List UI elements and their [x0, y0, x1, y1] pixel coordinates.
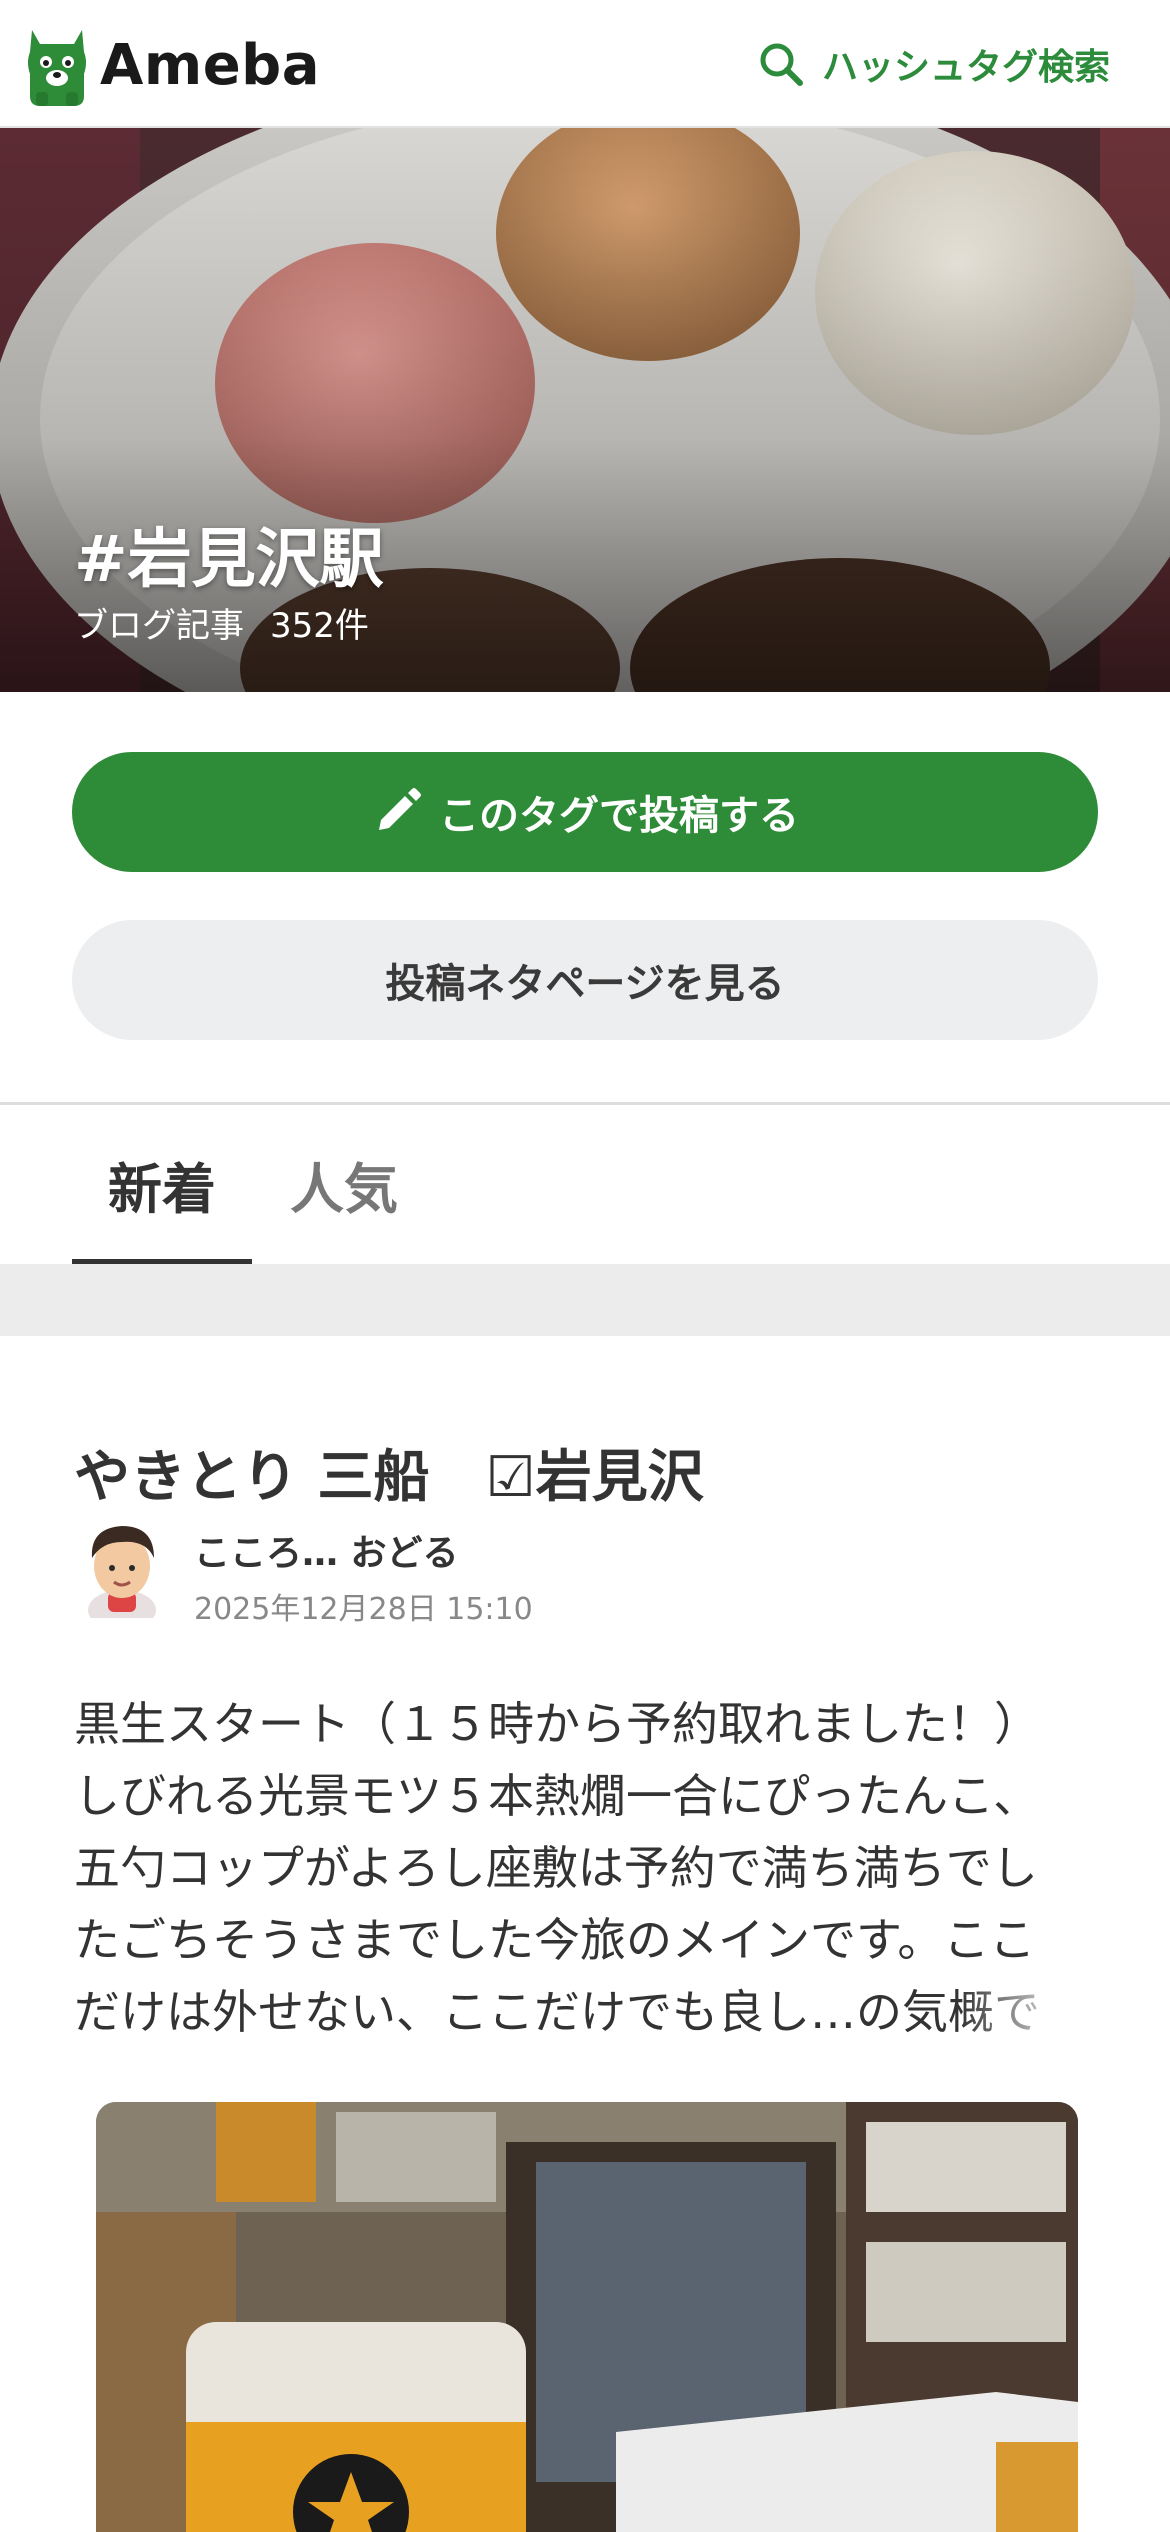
feed-tabs: 新着 人気: [0, 1102, 1170, 1265]
section-divider: [0, 1264, 1170, 1336]
logo-text: Ameba: [100, 32, 321, 98]
article-title[interactable]: やきとり 三船 ☑岩見沢: [74, 1432, 704, 1513]
ameba-logo[interactable]: Ameba: [22, 22, 320, 108]
tab-popular[interactable]: 人気: [290, 1145, 398, 1224]
hashtag-post-count: ブログ記事 352件: [74, 598, 369, 647]
post-with-tag-button[interactable]: このタグで投稿する: [72, 752, 1098, 872]
view-topics-label: 投稿ネタページを見る: [385, 961, 785, 1007]
pencil-icon: [379, 788, 421, 830]
view-topics-button[interactable]: 投稿ネタページを見る: [72, 920, 1098, 1040]
app-header: Ameba ハッシュタグ検索: [0, 0, 1170, 128]
hashtag-search-link[interactable]: ハッシュタグ検索: [756, 30, 1110, 98]
posts-label: ブログ記事: [74, 606, 244, 646]
ameba-logo-icon: [28, 30, 86, 106]
excerpt-fade: [960, 1976, 1080, 2046]
author-name[interactable]: こころ… おどる: [194, 1524, 459, 1576]
tab-new[interactable]: 新着: [108, 1145, 216, 1224]
hashtag-hero: #岩見沢駅 ブログ記事 352件: [0, 128, 1170, 692]
article-photo[interactable]: [96, 2102, 1078, 2532]
hashtag-search-label: ハッシュタグ検索: [821, 47, 1110, 88]
article-excerpt: 黒生スタート（１５時から予約取れました！） しびれる光景モツ５本熱燗一合にぴった…: [74, 1697, 1040, 2039]
post-with-tag-label: このタグで投稿する: [439, 793, 799, 839]
search-icon: [760, 43, 803, 86]
article-card[interactable]: やきとり 三船 ☑岩見沢 こころ… おどる 2025年12月28日 15:10 …: [0, 1336, 1170, 2532]
article-photo-image: [96, 2102, 1078, 2532]
author-avatar[interactable]: [74, 1514, 170, 1618]
posts-count: 352件: [270, 606, 369, 646]
post-date: 2025年12月28日 15:10: [194, 1592, 533, 1627]
hashtag-title: #岩見沢駅: [74, 523, 384, 597]
